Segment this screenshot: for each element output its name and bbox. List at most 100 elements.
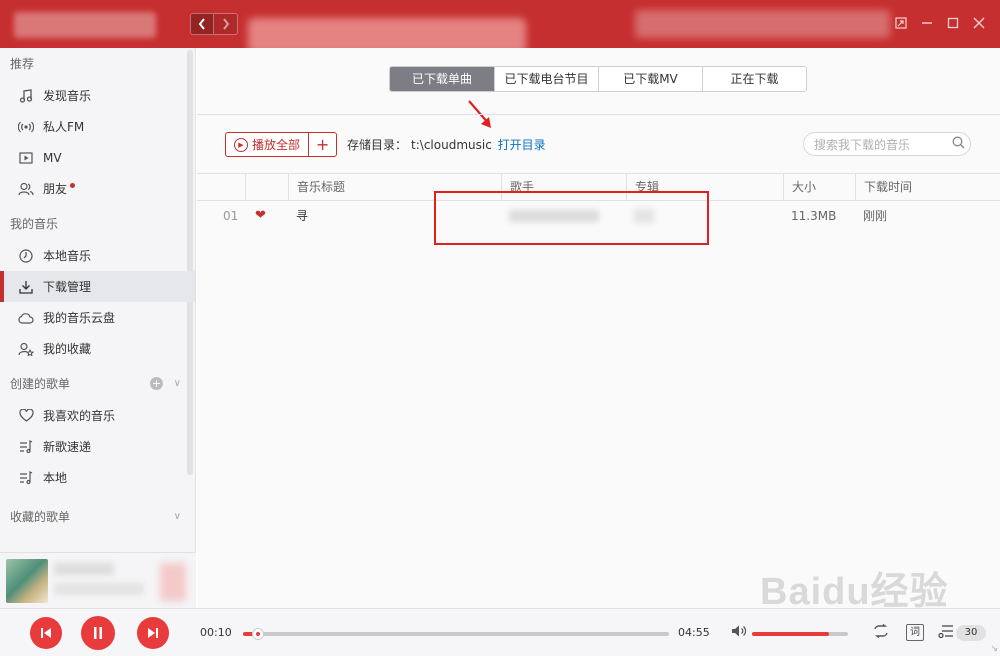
- tab-downloading[interactable]: 正在下载: [702, 67, 806, 91]
- album-art[interactable]: [6, 559, 48, 603]
- window-controls: [892, 14, 988, 32]
- forward-button[interactable]: [214, 13, 238, 35]
- col-like: [245, 174, 288, 200]
- sidebar-header-recommend: 推荐: [10, 57, 35, 71]
- resize-grip-icon[interactable]: ↘: [990, 644, 998, 654]
- video-icon: [17, 149, 35, 167]
- add-playlist-icon[interactable]: +: [150, 377, 163, 390]
- col-size[interactable]: 大小: [783, 174, 855, 200]
- play-all-button[interactable]: ▶ 播放全部: [226, 133, 308, 156]
- current-time: 00:10: [200, 626, 232, 639]
- col-download-time[interactable]: 下载时间: [855, 174, 1000, 200]
- playlist-icon[interactable]: [938, 624, 954, 642]
- sidebar-header-created-playlists: 创建的歌单 + ∨: [0, 368, 195, 400]
- chevron-down-icon[interactable]: ∨: [174, 501, 181, 533]
- playlist-icon: [17, 438, 35, 456]
- local-music-icon: [17, 247, 35, 265]
- like-button[interactable]: [160, 563, 186, 601]
- tab-downloaded-mv[interactable]: 已下载MV: [598, 67, 702, 91]
- player-bar: 00:10 04:55 词 30 ↘: [0, 608, 1000, 656]
- sidebar-header-my-music: 我的音乐: [10, 217, 59, 231]
- sidebar-item-label: 我喜欢的音乐: [43, 409, 116, 423]
- search-input[interactable]: 搜索我下载的音乐: [814, 136, 946, 153]
- sidebar-item-local-playlist[interactable]: 本地: [0, 462, 195, 493]
- annotation-highlight-box: [434, 191, 709, 245]
- sidebar-item-label: 本地: [43, 471, 68, 485]
- sidebar-item-downloads[interactable]: 下载管理: [0, 271, 195, 302]
- volume-icon[interactable]: [731, 624, 747, 642]
- loop-icon[interactable]: [872, 623, 890, 642]
- sidebar-header-collected-playlists: 收藏的歌单 ∨: [0, 501, 195, 533]
- sidebar-item-discover[interactable]: 发现音乐: [0, 80, 195, 111]
- sidebar: 推荐 发现音乐 私人FM MV 朋友 我的音乐 本地音乐 下载管理 我的音乐云盘…: [0, 48, 196, 608]
- sidebar-item-label: 我的收藏: [43, 342, 92, 356]
- chevron-down-icon[interactable]: ∨: [174, 368, 181, 400]
- progress-bar[interactable]: [243, 628, 669, 640]
- sidebar-item-local-music[interactable]: 本地音乐: [0, 240, 195, 271]
- main-content: 已下载单曲 已下载电台节目 已下载MV 正在下载 ▶ 播放全部 + 存储目录： t…: [197, 48, 1000, 608]
- sidebar-header-label: 创建的歌单: [10, 377, 71, 391]
- search-icon[interactable]: [946, 136, 970, 153]
- play-all-label: 播放全部: [252, 138, 301, 152]
- minimize-icon[interactable]: [918, 14, 936, 32]
- sidebar-item-label: 朋友: [43, 182, 68, 196]
- mini-mode-icon[interactable]: [892, 14, 910, 32]
- sidebar-item-new-songs[interactable]: 新歌速递: [0, 431, 195, 462]
- collection-icon: [17, 340, 35, 358]
- now-playing-title: [54, 563, 114, 575]
- tab-downloaded-songs[interactable]: 已下载单曲: [390, 67, 494, 91]
- download-search[interactable]: 搜索我下载的音乐: [803, 132, 971, 156]
- now-playing-artist: [54, 583, 144, 595]
- cloud-icon: [17, 309, 35, 327]
- storage-label: 存储目录：: [347, 138, 408, 152]
- user-area[interactable]: [635, 10, 890, 38]
- playlist-count-badge: 30: [956, 625, 986, 641]
- notification-dot: [70, 183, 75, 188]
- tab-downloaded-radio[interactable]: 已下载电台节目: [494, 67, 598, 91]
- row-index: 01: [223, 208, 239, 223]
- volume-slider[interactable]: [752, 632, 848, 636]
- lyrics-button[interactable]: 词: [906, 624, 924, 641]
- play-icon: ▶: [234, 137, 248, 152]
- download-icon: [17, 278, 35, 296]
- row-size: 11.3MB: [791, 208, 837, 223]
- app-logo: [14, 12, 156, 38]
- download-tabs: 已下载单曲 已下载电台节目 已下载MV 正在下载: [389, 66, 807, 92]
- back-button[interactable]: [190, 13, 214, 35]
- total-time: 04:55: [678, 626, 710, 639]
- sidebar-header-label: 收藏的歌单: [10, 510, 71, 524]
- music-note-icon: [17, 87, 35, 105]
- sidebar-item-label: 发现音乐: [43, 89, 92, 103]
- volume-fill: [752, 632, 829, 636]
- previous-button[interactable]: [30, 617, 62, 649]
- pause-button[interactable]: [81, 616, 115, 650]
- close-icon[interactable]: [970, 14, 988, 32]
- progress-handle[interactable]: [251, 628, 264, 640]
- divider: [197, 114, 1000, 115]
- maximize-icon[interactable]: [944, 14, 962, 32]
- sidebar-item-label: 新歌速递: [43, 440, 92, 454]
- history-nav: [190, 13, 238, 35]
- annotation-arrow: [468, 100, 491, 128]
- sidebar-item-liked-music[interactable]: 我喜欢的音乐: [0, 400, 195, 431]
- heart-filled-icon[interactable]: ❤: [245, 208, 288, 223]
- add-to-playlist-button[interactable]: +: [308, 133, 336, 156]
- play-all-group: ▶ 播放全部 +: [225, 132, 338, 157]
- sidebar-item-cloud[interactable]: 我的音乐云盘: [0, 302, 195, 333]
- next-button[interactable]: [137, 617, 169, 649]
- sidebar-item-label: 私人FM: [43, 120, 85, 134]
- sidebar-item-label: 下载管理: [43, 280, 92, 294]
- friends-icon: [17, 180, 35, 198]
- row-time: 刚刚: [863, 209, 888, 223]
- sidebar-item-friends[interactable]: 朋友: [0, 173, 195, 204]
- sidebar-item-collection[interactable]: 我的收藏: [0, 333, 195, 364]
- storage-path: t:\cloudmusic: [411, 138, 492, 152]
- storage-info: 存储目录： t:\cloudmusic 打开目录: [347, 136, 546, 153]
- open-directory-link[interactable]: 打开目录: [498, 138, 546, 152]
- sidebar-item-fm[interactable]: 私人FM: [0, 111, 195, 142]
- now-playing-card[interactable]: [0, 552, 196, 608]
- sidebar-item-mv[interactable]: MV: [0, 142, 195, 173]
- radio-icon: [17, 118, 35, 136]
- download-toolbar: ▶ 播放全部 + 存储目录： t:\cloudmusic 打开目录: [225, 132, 546, 157]
- title-bar: [0, 0, 1000, 54]
